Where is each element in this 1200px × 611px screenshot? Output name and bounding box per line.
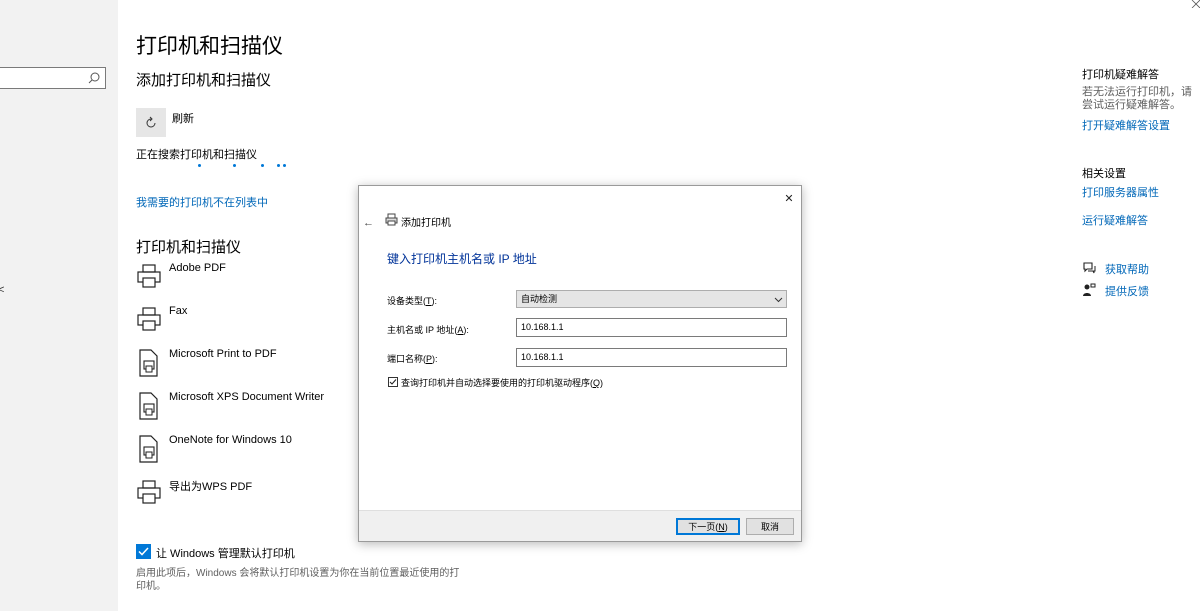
device-type-label: 设备类型(T): [387, 296, 437, 306]
printer-item-microsoft-xps[interactable]: Microsoft XPS Document Writer [136, 391, 356, 431]
default-printer-checkbox[interactable] [136, 544, 151, 559]
give-feedback-link[interactable]: 提供反馈 [1105, 283, 1149, 299]
get-help-link[interactable]: 获取帮助 [1105, 261, 1149, 277]
dialog-footer: 下一页(N) 取消 [359, 510, 801, 541]
feedback-icon [1083, 283, 1096, 296]
refresh-button[interactable] [136, 108, 166, 137]
printer-icon [137, 264, 161, 288]
device-type-value: 自动检测 [521, 294, 558, 304]
left-nav-pane: < [0, 0, 118, 611]
printer-item-microsoft-print-to-pdf[interactable]: Microsoft Print to PDF [136, 348, 356, 388]
progress-dot [198, 164, 201, 167]
progress-dot [261, 164, 264, 167]
cancel-button[interactable]: 取消 [746, 518, 794, 535]
printers-heading: 打印机和扫描仪 [136, 239, 242, 256]
printer-name: OneNote for Windows 10 [169, 434, 292, 446]
run-troubleshooter-link[interactable]: 运行疑难解答 [1082, 212, 1148, 228]
close-icon: ✕ [784, 192, 794, 205]
page-title: 打印机和扫描仪 [136, 35, 283, 58]
add-printers-heading: 添加打印机和扫描仪 [136, 72, 272, 89]
dialog-heading: 键入打印机主机名或 IP 地址 [387, 252, 537, 266]
progress-dot [233, 164, 236, 167]
add-printer-dialog: ✕ ← 添加打印机 键入打印机主机名或 IP 地址 设备类型(T): 自动检测 … [358, 185, 802, 542]
device-type-select[interactable]: 自动检测 [516, 290, 787, 308]
nav-item-glyph: < [0, 284, 5, 296]
printer-item-fax[interactable]: Fax [136, 305, 356, 345]
checkmark-icon [389, 379, 397, 385]
document-printer-icon [139, 349, 158, 377]
close-button[interactable]: ✕ [781, 190, 797, 206]
printer-name: 导出为WPS PDF [169, 481, 253, 493]
related-settings-title: 相关设置 [1082, 168, 1126, 180]
printer-icon [137, 307, 161, 331]
progress-dot [277, 164, 280, 167]
searching-status: 正在搜索打印机和扫描仪 [136, 149, 257, 161]
troubleshoot-title: 打印机疑难解答 [1082, 69, 1159, 81]
close-icon[interactable] [1190, 0, 1200, 8]
refresh-label[interactable]: 刷新 [172, 110, 194, 126]
troubleshoot-text: 若无法运行打印机，请尝试运行疑难解答。 [1082, 86, 1192, 111]
printer-item-wps-pdf[interactable]: 导出为WPS PDF [136, 478, 356, 518]
printer-name: Fax [169, 305, 188, 317]
printer-icon [137, 480, 161, 504]
printer-name: Microsoft Print to PDF [169, 348, 277, 360]
print-server-properties-link[interactable]: 打印服务器属性 [1082, 184, 1159, 200]
open-troubleshoot-link[interactable]: 打开疑难解答设置 [1082, 117, 1170, 133]
port-name-label: 端口名称(P): [387, 354, 438, 364]
progress-dot [283, 164, 286, 167]
printer-name: Adobe PDF [169, 262, 226, 274]
refresh-icon [146, 116, 156, 127]
dialog-title: 添加打印机 [401, 218, 451, 229]
host-address-input[interactable]: 10.168.1.1 [516, 318, 787, 337]
printer-item-onenote[interactable]: OneNote for Windows 10 [136, 434, 356, 474]
document-printer-icon [139, 435, 158, 463]
default-printer-description: 启用此项后，Windows 会将默认打印机设置为你在当前位置最近使用的打印机。 [136, 568, 460, 592]
help-chat-icon [1083, 262, 1096, 274]
search-icon[interactable] [87, 71, 101, 85]
default-printer-label[interactable]: 让 Windows 管理默认打印机 [156, 545, 295, 561]
back-arrow-icon: ← [363, 217, 374, 229]
printer-not-listed-link[interactable]: 我需要的打印机不在列表中 [136, 194, 268, 210]
checkmark-icon [138, 547, 149, 556]
printer-item-adobe-pdf[interactable]: Adobe PDF [136, 262, 356, 302]
query-driver-checkbox[interactable] [388, 377, 398, 387]
settings-search-input[interactable] [0, 67, 106, 89]
port-name-input[interactable]: 10.168.1.1 [516, 348, 787, 367]
chevron-down-icon [774, 297, 783, 303]
printer-name: Microsoft XPS Document Writer [169, 391, 325, 403]
printer-icon [385, 213, 398, 226]
query-driver-label[interactable]: 查询打印机并自动选择要使用的打印机驱动程序(Q) [401, 376, 603, 389]
document-printer-icon [139, 392, 158, 420]
back-button[interactable]: ← [363, 213, 377, 229]
next-button[interactable]: 下一页(N) [676, 518, 740, 535]
host-address-label: 主机名或 IP 地址(A): [387, 325, 469, 335]
